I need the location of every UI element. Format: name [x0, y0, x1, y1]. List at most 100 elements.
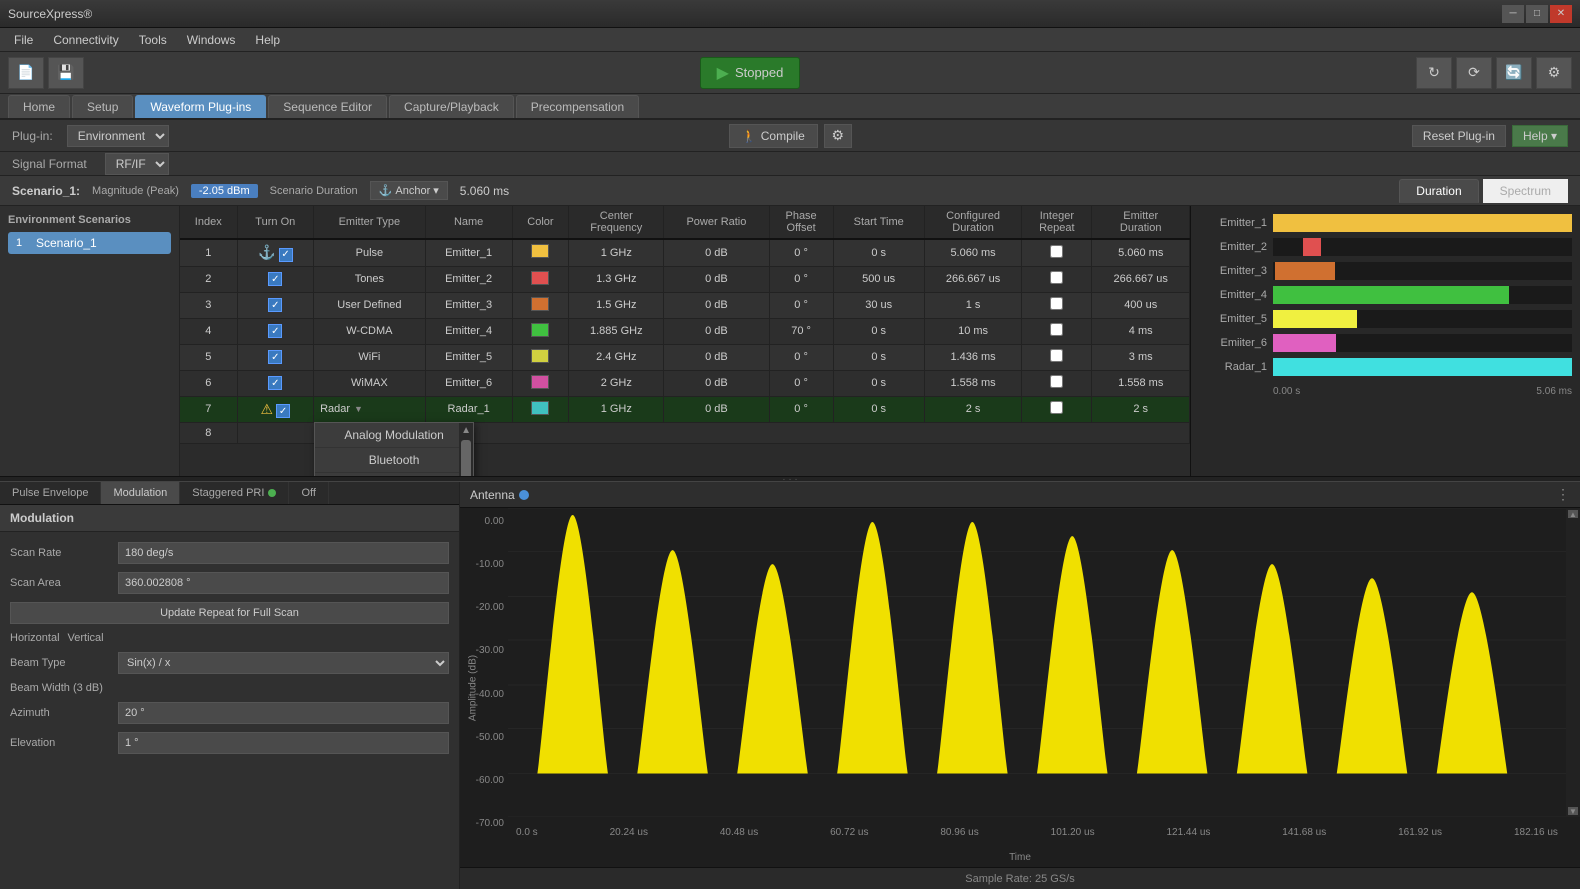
menu-windows[interactable]: Windows [177, 31, 246, 49]
cell-turnon[interactable]: ⚓ ✓ [237, 239, 314, 266]
cell-turnon[interactable]: ✓ [237, 370, 314, 396]
tab-pulse-envelope[interactable]: Pulse Envelope [0, 482, 101, 504]
cell-emitter-type-radar[interactable]: Radar ▼ Analog Modulation Bluetooth CDMA… [314, 396, 426, 423]
cell-int-repeat[interactable] [1022, 292, 1092, 318]
int-repeat-checkbox[interactable] [1050, 271, 1063, 284]
scenario-bar: Scenario_1: Magnitude (Peak) -2.05 dBm S… [0, 176, 1580, 206]
tab-waveform-plugins[interactable]: Waveform Plug-ins [135, 95, 266, 118]
scan-area-input[interactable] [118, 572, 449, 594]
tab-sequence-editor[interactable]: Sequence Editor [268, 95, 387, 118]
elevation-input[interactable] [118, 732, 449, 754]
reload-button[interactable]: 🔄 [1496, 57, 1532, 89]
checkbox-row4[interactable]: ✓ [268, 324, 282, 338]
cell-freq: 1.5 GHz [569, 292, 664, 318]
menu-connectivity[interactable]: Connectivity [43, 31, 128, 49]
open-file-button[interactable]: 💾 [48, 57, 84, 89]
color-swatch[interactable] [531, 297, 549, 311]
dropdown-item-cdma[interactable]: CDMA [315, 473, 473, 476]
chart-scroll-up[interactable]: ▲ [1568, 510, 1578, 518]
checkbox-row2[interactable]: ✓ [268, 272, 282, 286]
scan-rate-label: Scan Rate [10, 547, 110, 559]
plugin-gear-button[interactable]: ⚙ [824, 124, 852, 148]
cell-turnon[interactable]: ✓ [237, 292, 314, 318]
int-repeat-checkbox[interactable] [1050, 297, 1063, 310]
checkbox-row6[interactable]: ✓ [268, 376, 282, 390]
color-swatch[interactable] [531, 401, 549, 415]
cell-name: Emitter_3 [425, 292, 512, 318]
minimize-button[interactable]: ─ [1502, 5, 1524, 23]
color-swatch[interactable] [531, 323, 549, 337]
menu-tools[interactable]: Tools [129, 31, 177, 49]
tab-home[interactable]: Home [8, 95, 70, 118]
cell-int-repeat[interactable] [1022, 396, 1092, 423]
plugin-select[interactable]: Environment [67, 125, 169, 147]
checkbox-row5[interactable]: ✓ [268, 350, 282, 364]
chart-options-icon[interactable]: ⋮ [1556, 486, 1570, 503]
chart-scroll-down[interactable]: ▼ [1568, 807, 1578, 815]
azimuth-row: Azimuth [10, 702, 449, 724]
cell-freq: 2.4 GHz [569, 344, 664, 370]
checkbox-row1[interactable]: ✓ [279, 248, 293, 262]
cell-turnon[interactable]: ✓ [237, 318, 314, 344]
checkbox-row7[interactable]: ✓ [276, 404, 290, 418]
emitter-type-dropdown-trigger[interactable]: Radar ▼ [320, 403, 419, 415]
cell-power: 0 dB [664, 266, 769, 292]
cell-int-repeat[interactable] [1022, 239, 1092, 266]
cell-int-repeat[interactable] [1022, 318, 1092, 344]
int-repeat-checkbox[interactable] [1050, 323, 1063, 336]
color-swatch[interactable] [531, 271, 549, 285]
cell-turnon[interactable]: ⚠ ✓ [237, 396, 314, 423]
help-button[interactable]: Help ▾ [1512, 125, 1568, 147]
duration-tab-header[interactable]: Duration [1399, 179, 1478, 203]
maximize-button[interactable]: □ [1526, 5, 1548, 23]
cell-phase: 0 ° [769, 396, 833, 423]
play-stop-button[interactable]: ▶ Stopped [700, 57, 801, 89]
cell-int-repeat[interactable] [1022, 370, 1092, 396]
tab-capture-playback[interactable]: Capture/Playback [389, 95, 514, 118]
menu-help[interactable]: Help [245, 31, 290, 49]
int-repeat-checkbox[interactable] [1050, 401, 1063, 414]
emitter-bar-label-1: Emitter_1 [1199, 217, 1267, 229]
int-repeat-checkbox[interactable] [1050, 375, 1063, 388]
int-repeat-checkbox[interactable] [1050, 245, 1063, 258]
azimuth-input[interactable] [118, 702, 449, 724]
scan-rate-input[interactable] [118, 542, 449, 564]
cell-int-repeat[interactable] [1022, 266, 1092, 292]
emitter-bar-container-2 [1273, 238, 1572, 256]
settings-button[interactable]: ⚙ [1536, 57, 1572, 89]
refresh-button[interactable]: ↻ [1416, 57, 1452, 89]
tab-setup[interactable]: Setup [72, 95, 133, 118]
checkbox-row3[interactable]: ✓ [268, 298, 282, 312]
dropdown-item-analog-modulation[interactable]: Analog Modulation [315, 423, 473, 448]
reset-plugin-button[interactable]: Reset Plug-in [1412, 125, 1506, 147]
new-file-button[interactable]: 📄 [8, 57, 44, 89]
compile-button[interactable]: 🚶 Compile [729, 124, 818, 148]
tab-modulation[interactable]: Modulation [101, 482, 180, 504]
cell-turnon[interactable]: ✓ [237, 266, 314, 292]
menu-file[interactable]: File [4, 31, 43, 49]
tab-precompensation[interactable]: Precompensation [516, 95, 639, 118]
scroll-thumb[interactable] [461, 440, 471, 476]
color-swatch[interactable] [531, 349, 549, 363]
sample-rate-value: Sample Rate: 25 GS/s [965, 873, 1074, 885]
scroll-up-arrow[interactable]: ▲ [459, 423, 473, 438]
scenario-item-1[interactable]: 1 Scenario_1 [8, 232, 171, 254]
dropdown-item-bluetooth[interactable]: Bluetooth [315, 448, 473, 473]
magnitude-label: Magnitude (Peak) [92, 185, 179, 197]
color-swatch[interactable] [531, 244, 549, 258]
anchor-dropdown-icon: ▾ [433, 184, 439, 197]
color-swatch[interactable] [531, 375, 549, 389]
spectrum-tab-header[interactable]: Spectrum [1483, 179, 1568, 203]
cell-turnon[interactable]: ✓ [237, 344, 314, 370]
arrow-button[interactable]: ⟳ [1456, 57, 1492, 89]
tab-off[interactable]: Off [289, 482, 328, 504]
update-repeat-button[interactable]: Update Repeat for Full Scan [10, 602, 449, 624]
beam-type-select[interactable]: Sin(x) / x [118, 652, 449, 674]
cell-int-repeat[interactable] [1022, 344, 1092, 370]
cell-phase: 0 ° [769, 344, 833, 370]
int-repeat-checkbox[interactable] [1050, 349, 1063, 362]
signal-format-select[interactable]: RF/IF [105, 153, 169, 175]
anchor-button[interactable]: ⚓ Anchor ▾ [370, 181, 448, 200]
close-button[interactable]: ✕ [1550, 5, 1572, 23]
tab-staggered-pri[interactable]: Staggered PRI [180, 482, 289, 504]
